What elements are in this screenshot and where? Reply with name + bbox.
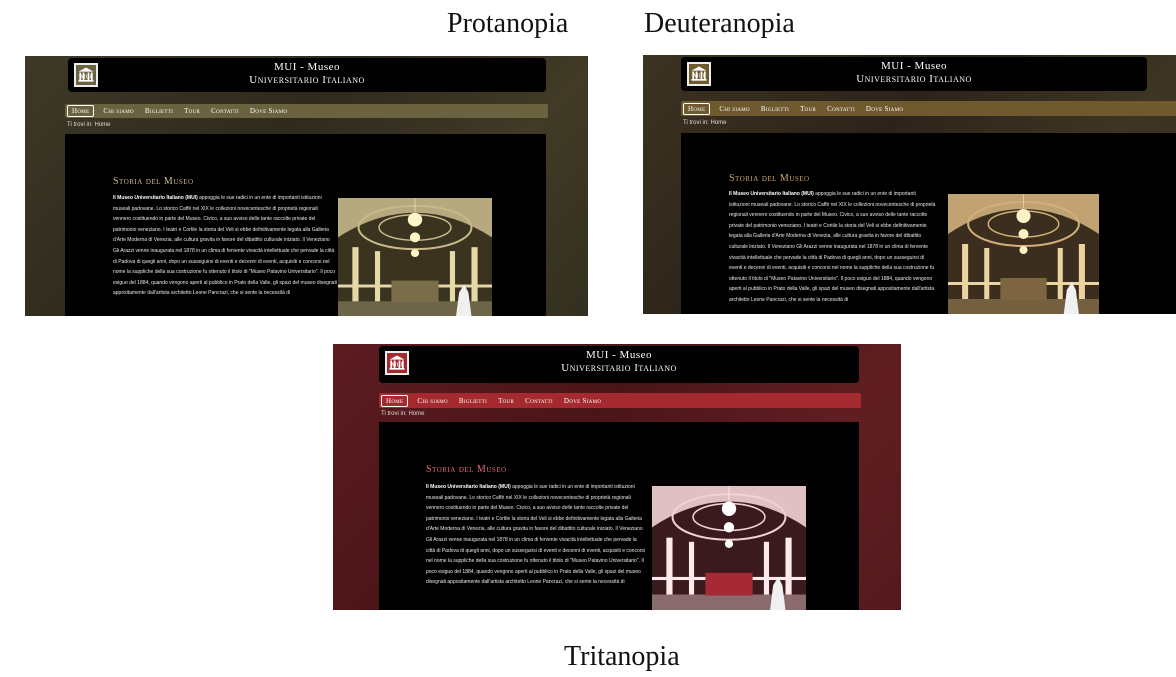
museum-building-icon[interactable]: MUI	[74, 63, 98, 87]
screenshot-protanopia: MUI MUI - Museo Universitario Italiano H…	[25, 56, 588, 316]
nav-item-chi-siamo[interactable]: Chi siamo	[417, 397, 448, 405]
article-title: Storia del Museo	[729, 173, 810, 184]
site-header: MUI MUI - Museo Universitario Italiano	[68, 58, 546, 92]
site-title: MUI - Museo	[881, 60, 947, 72]
site-title: MUI - Museo	[274, 61, 340, 73]
nav-item-tour[interactable]: Tour	[498, 397, 514, 405]
nav-item-chi-siamo[interactable]: Chi siamo	[103, 107, 134, 115]
nav-item-biglietti[interactable]: Biglietti	[761, 105, 789, 113]
nav-item-contatti[interactable]: Contatti	[525, 397, 553, 405]
museum-building-icon[interactable]: MUI	[385, 351, 409, 375]
nav-item-home[interactable]: Home	[381, 394, 409, 407]
article-lead: Il Museo Universitario Italiano (MUI)	[426, 484, 513, 490]
nav-item-home[interactable]: Home	[67, 105, 95, 117]
nav-item-tour[interactable]: Tour	[184, 107, 200, 115]
site-header: MUI MUI - Museo Universitario Italiano	[681, 57, 1147, 91]
nav-item-contatti[interactable]: Contatti	[211, 107, 239, 115]
museum-hall-photo	[652, 486, 806, 610]
main-nav: Home Chi siamo Biglietti Tour Contatti D…	[681, 101, 1176, 116]
caption-tritanopia: Tritanopia	[564, 641, 680, 672]
article-body: appoggia le sue radici in un ente di imp…	[113, 195, 337, 297]
nav-item-contatti[interactable]: Contatti	[827, 105, 855, 113]
site-subtitle: Universitario Italiano	[249, 74, 365, 86]
caption-deuteranopia: Deuteranopia	[644, 8, 795, 39]
site-title: MUI - Museo	[586, 349, 652, 361]
breadcrumb: Ti trovi in: Home	[67, 122, 111, 128]
article-body: appoggia le sue radici in un ente di imp…	[729, 191, 936, 303]
nav-item-biglietti[interactable]: Biglietti	[459, 397, 487, 405]
screenshot-deuteranopia: MUI MUI - Museo Universitario Italiano H…	[643, 55, 1176, 314]
main-nav: Home Chi siamo Biglietti Tour Contatti D…	[65, 104, 548, 118]
caption-protanopia: Protanopia	[447, 8, 569, 39]
breadcrumb: Ti trovi in: Home	[683, 120, 727, 126]
article-text: Il Museo Universitario Italiano (MUI) ap…	[729, 189, 937, 314]
article-lead: Il Museo Universitario Italiano (MUI)	[113, 195, 200, 201]
article-body: appoggia le sue radici in un ente di imp…	[426, 484, 646, 586]
article-text: Il Museo Universitario Italiano (MUI) ap…	[426, 482, 646, 610]
main-nav: Home Chi siamo Biglietti Tour Contatti D…	[379, 393, 861, 408]
article-lead: Il Museo Universitario Italiano (MUI)	[729, 191, 816, 197]
site-subtitle: Universitario Italiano	[561, 362, 677, 374]
museum-building-icon[interactable]: MUI	[687, 62, 711, 86]
svg-text:MUI: MUI	[391, 362, 402, 368]
article-title: Storia del Museo	[426, 464, 507, 475]
site-header: MUI MUI - Museo Universitario Italiano	[379, 346, 859, 383]
nav-item-dove-siamo[interactable]: Dove Siamo	[866, 105, 903, 113]
svg-text:MUI: MUI	[80, 74, 91, 80]
nav-item-tour[interactable]: Tour	[800, 105, 816, 113]
nav-item-dove-siamo[interactable]: Dove Siamo	[564, 397, 601, 405]
nav-item-home[interactable]: Home	[683, 102, 711, 115]
breadcrumb: Ti trovi in: Home	[381, 411, 425, 417]
museum-hall-photo	[338, 198, 492, 316]
svg-text:MUI: MUI	[693, 73, 704, 79]
screenshot-tritanopia: MUI MUI - Museo Universitario Italiano H…	[333, 344, 901, 610]
museum-hall-photo	[948, 194, 1099, 314]
nav-item-biglietti[interactable]: Biglietti	[145, 107, 173, 115]
site-subtitle: Universitario Italiano	[856, 73, 972, 85]
article-text: Il Museo Universitario Italiano (MUI) ap…	[113, 193, 337, 316]
article-title: Storia del Museo	[113, 176, 194, 187]
nav-item-chi-siamo[interactable]: Chi siamo	[719, 105, 750, 113]
nav-item-dove-siamo[interactable]: Dove Siamo	[250, 107, 287, 115]
